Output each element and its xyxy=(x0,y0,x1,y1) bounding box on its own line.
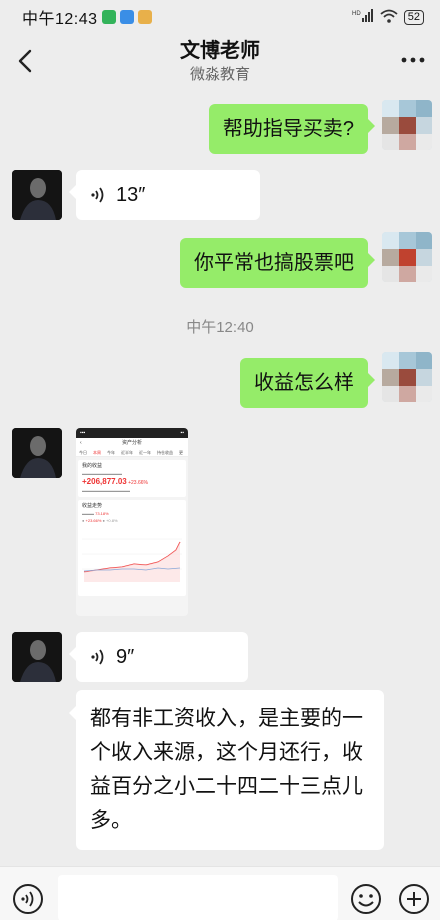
chat-timestamp: 中午12:40 xyxy=(186,319,254,336)
message-input[interactable] xyxy=(58,875,338,920)
message-bubble-received[interactable]: 都有非工资收入，是主要的一个收入来源，这个月还行，收益百分之小二十四二十三点儿多… xyxy=(69,690,384,850)
screenshot-income-rate: +23.66% xyxy=(128,480,148,486)
message-text: 你平常也搞股票吧 xyxy=(194,252,354,274)
voice-wave-icon xyxy=(91,187,104,203)
message-bubble-sent[interactable]: 收益怎么样 xyxy=(240,358,375,408)
voice-message[interactable]: 9″ xyxy=(69,632,248,682)
screenshot-trend-chart xyxy=(82,538,182,582)
chat-title: 文博老师 xyxy=(180,40,260,62)
voice-duration: 9″ xyxy=(116,646,135,668)
signal-icon: HD xyxy=(352,8,374,26)
chat-header: 文博老师 微淼教育 xyxy=(0,34,440,92)
network-label: HD xyxy=(352,11,361,17)
message-bubble-sent[interactable]: 你平常也搞股票吧 xyxy=(180,238,375,288)
screenshot-income-value: +206,877.03 xyxy=(82,477,127,486)
status-bar: 中午12:43 HD 52 xyxy=(0,0,440,34)
my-avatar[interactable] xyxy=(382,232,432,282)
my-avatar[interactable] xyxy=(382,352,432,402)
screenshot-navbar: ‹ 资产分析 xyxy=(76,438,188,448)
screenshot-trend-card: 收益走势 ▬▬▬ 73.18% ● +23.66% ● +0.8% xyxy=(78,500,186,596)
screenshot-title: 资产分析 xyxy=(121,439,142,446)
more-options-icon[interactable] xyxy=(400,56,426,64)
message-bubble-sent[interactable]: 帮助指导买卖? xyxy=(208,104,376,154)
voice-duration: 13″ xyxy=(116,184,146,206)
battery-indicator: 52 xyxy=(403,9,424,25)
chat-subtitle: 微淼教育 xyxy=(189,66,250,83)
screenshot-trend-label: 收益走势 xyxy=(82,503,103,509)
screenshot-tabs: 今日 本周 今年 近半年 近一年 持仓收益 更 xyxy=(76,448,188,457)
cloud-app-icon xyxy=(119,10,134,24)
contact-avatar[interactable] xyxy=(12,632,62,682)
chat-input-bar xyxy=(0,866,440,920)
status-time: 中午12:43 xyxy=(22,11,98,28)
message-text: 收益怎么样 xyxy=(254,372,354,394)
screenshot-income-label: 我的收益 xyxy=(82,463,103,469)
contact-avatar[interactable] xyxy=(12,170,62,220)
message-text: 都有非工资收入，是主要的一个收入来源，这个月还行，收益百分之小二十四二十三点儿多… xyxy=(90,707,363,832)
plus-icon[interactable] xyxy=(398,883,430,915)
contact-avatar[interactable] xyxy=(12,428,62,478)
voice-message[interactable]: 13″ xyxy=(69,170,260,220)
emoji-icon[interactable] xyxy=(350,883,382,915)
image-message[interactable]: ▪▪▪ ▪▪ ‹ 资产分析 今日 本周 今年 近半年 近一年 持仓收益 更 我的收… xyxy=(76,428,188,616)
screenshot-statusbar: ▪▪▪ ▪▪ xyxy=(76,428,188,438)
voice-input-icon[interactable] xyxy=(12,883,44,915)
pet-app-icon xyxy=(137,10,152,24)
wifi-icon xyxy=(380,9,398,26)
voice-wave-icon xyxy=(91,649,104,665)
phone-app-icon xyxy=(101,10,116,24)
screenshot-income-card: 我的收益 ▬▬▬▬▬▬▬▬▬▬ +206,877.03 +23.66% ▬▬▬▬… xyxy=(78,460,186,497)
message-text: 帮助指导买卖? xyxy=(222,118,354,140)
my-avatar[interactable] xyxy=(382,100,432,150)
